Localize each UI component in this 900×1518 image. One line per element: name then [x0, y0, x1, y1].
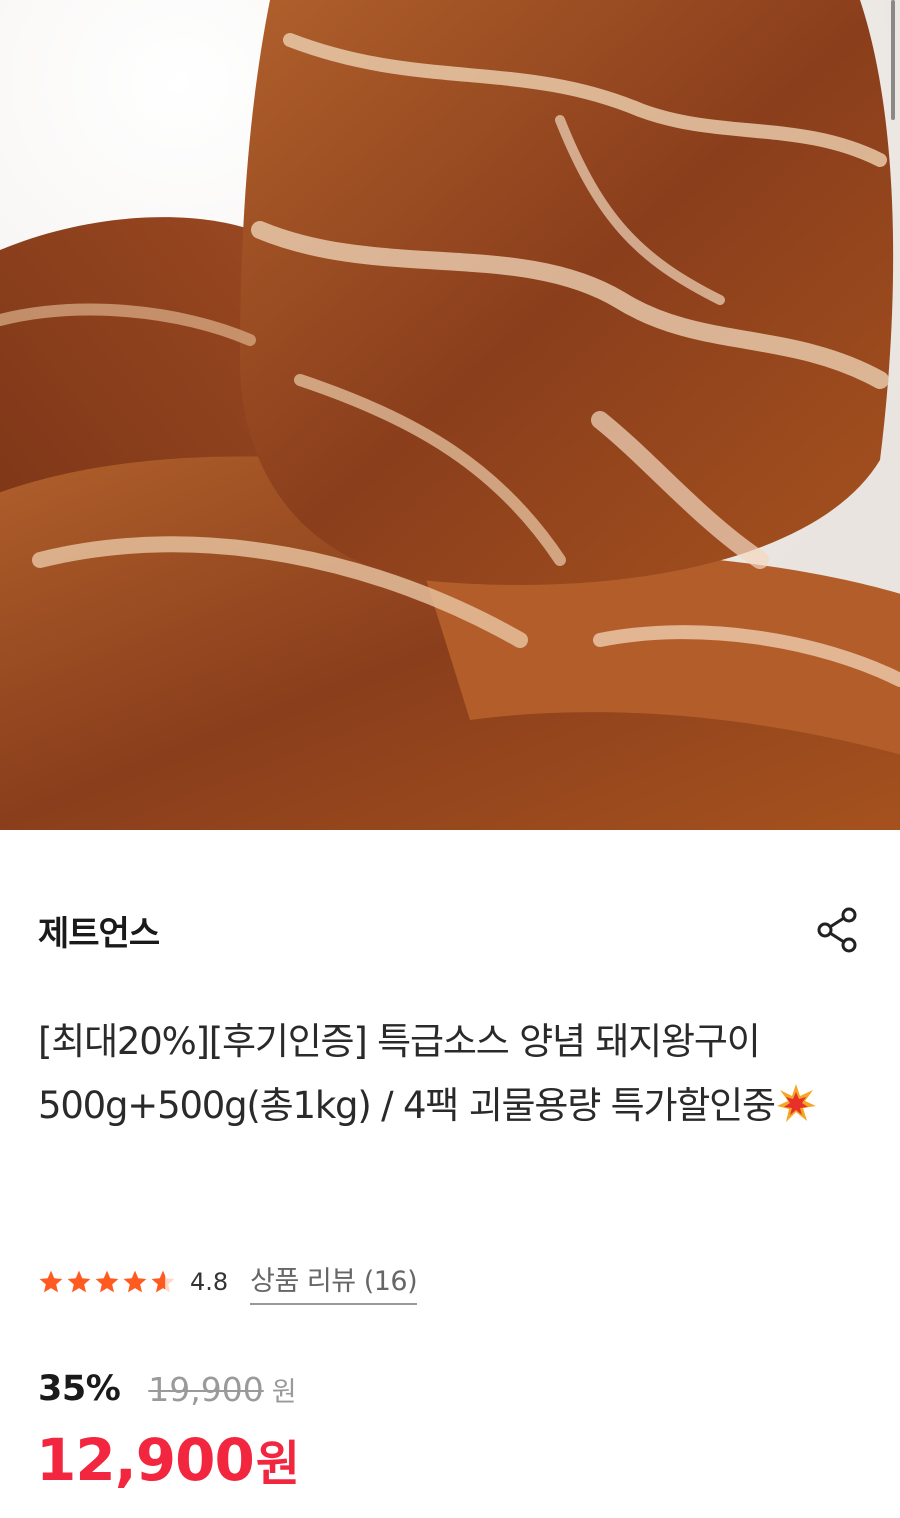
scrollbar[interactable] — [891, 0, 895, 120]
discount-rate: 35% — [38, 1369, 121, 1409]
discount-row: 35% 19,900 원 — [38, 1365, 297, 1413]
product-title-text: [최대20%][후기인증] 특급소스 양념 돼지왕구이 500g+500g(총1… — [38, 1020, 776, 1127]
star-rating — [38, 1269, 176, 1295]
seller-name[interactable]: 제트언스 — [38, 906, 160, 955]
star-full-icon — [95, 1270, 119, 1293]
product-image[interactable] — [0, 0, 900, 830]
star-half-icon — [151, 1270, 175, 1293]
rating-row: 4.8 상품 리뷰 (16) — [38, 1259, 418, 1305]
original-price: 19,900 — [148, 1369, 264, 1409]
product-title: [최대20%][후기인증] 특급소스 양념 돼지왕구이 500g+500g(총1… — [38, 1010, 868, 1138]
marinated-pork-photo — [0, 0, 900, 830]
sale-price-row: 12,900 원 — [36, 1424, 300, 1504]
sale-price-unit: 원 — [255, 1436, 300, 1492]
review-link[interactable]: 상품 리뷰 (16) — [250, 1259, 418, 1305]
star-full-icon — [123, 1270, 147, 1293]
collision-emoji-icon — [776, 1084, 816, 1122]
rating-value: 4.8 — [190, 1268, 229, 1296]
share-icon — [817, 907, 857, 953]
share-button[interactable] — [812, 905, 862, 955]
star-full-icon — [39, 1270, 63, 1293]
sale-price: 12,900 — [36, 1426, 255, 1494]
seller-row: 제트언스 — [38, 902, 862, 958]
original-price-unit: 원 — [271, 1376, 297, 1408]
star-full-icon — [67, 1270, 91, 1293]
